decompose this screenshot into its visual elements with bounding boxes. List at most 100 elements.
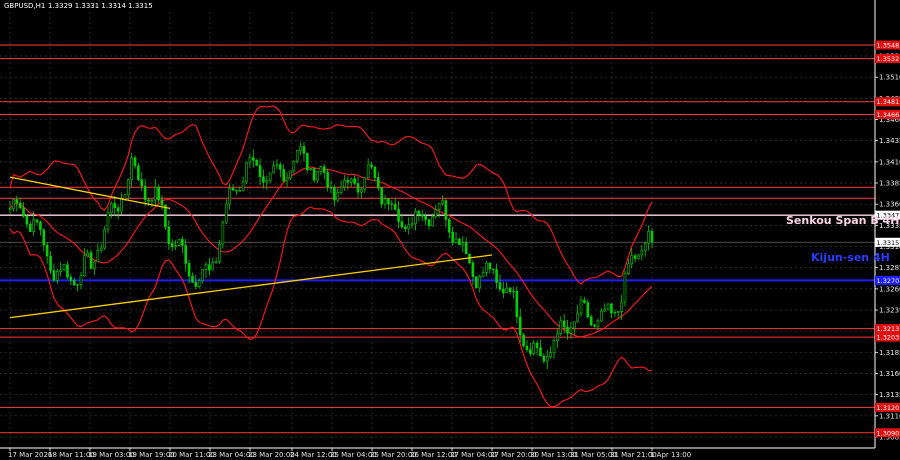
price-tag-label: 1.3548 [877,42,900,50]
candle-body [150,199,154,202]
candle-body [285,177,289,182]
candle-body [306,153,309,171]
candle-body [529,349,532,354]
candle-body [532,342,536,354]
candle-body [322,166,326,173]
candle-body [562,320,566,328]
candle-body [187,263,191,277]
candle-body [12,199,15,209]
candle-body [153,186,157,201]
candle-body [349,178,353,183]
candle-body [282,169,285,182]
candle-body [248,157,252,163]
candle-body [488,262,492,270]
price-tag-label: 1.3466 [877,111,900,119]
candle-body [407,224,411,230]
price-tag-label: 1.3213 [877,325,900,333]
candle-body [485,262,488,273]
y-tick-label: 1.3385 [879,180,900,188]
candle-body [461,242,465,246]
candle-body [427,219,431,227]
candle-body [444,200,448,220]
candle-body [498,282,502,290]
candle-body [434,209,438,218]
candle-body [319,166,323,173]
candle-body [245,161,248,183]
candle-body [346,180,350,183]
candle-body [69,276,73,281]
candle-body [28,223,32,232]
candle-body [495,269,498,283]
candle-body [265,180,269,183]
candle-body [231,187,235,191]
candle-body [360,188,363,193]
candle-body [241,181,245,191]
candle-body [377,177,380,189]
candle-body [603,308,606,312]
candle-body [451,231,454,243]
price-tag: 1.3481 [875,97,900,107]
candle-body [420,214,424,217]
candle-body [133,157,137,167]
candle-body [211,262,215,271]
price-tag: 1.3213 [875,324,900,334]
candle-body [410,223,414,226]
candle-body [137,165,140,181]
candle-body [22,207,25,217]
candle-body [8,208,12,210]
price-tag: 1.3120 [875,402,900,412]
price-chart: 1.30851.31101.31351.31601.31851.32101.32… [0,0,900,460]
x-tick-label: 23 Mar 20:00 [248,451,295,459]
y-tick-label: 1.3435 [879,137,900,145]
candle-body [478,276,481,289]
candle-body [566,326,569,334]
candle-body [589,316,593,326]
candle-body [441,200,444,204]
candle-body [312,168,316,181]
candle-body [96,250,100,263]
candle-body [606,303,610,310]
candle-body [66,264,69,278]
candle-body [164,204,167,228]
y-tick-label: 1.3135 [879,391,900,399]
candle-body [235,189,238,192]
candle-body [99,247,103,251]
price-tag-label: 1.3270 [877,277,900,285]
y-tick-label: 1.3160 [879,370,900,378]
candle-body [569,327,573,334]
candle-body [35,219,39,223]
candle-body [424,215,427,220]
y-tick-label: 1.3285 [879,264,900,272]
candle-body [596,320,600,327]
candle-body [620,301,623,312]
candle-body [228,187,231,205]
candle-body [549,352,552,358]
x-tick-label: 1 Apr 13:00 [650,451,691,459]
candle-body [491,268,495,271]
candle-body [218,243,221,262]
candle-body [140,179,144,187]
price-tag-label: 1.3532 [877,55,900,63]
candle-body [380,187,383,205]
candle-body [326,172,329,188]
candle-body [343,180,346,188]
candle-body [447,219,451,233]
candle-body [586,302,590,317]
candle-body [42,229,46,246]
y-tick-label: 1.3410 [879,158,900,166]
candle-body [167,226,171,244]
candle-body [333,187,336,201]
candle-body [177,239,181,246]
candle-body [329,186,333,189]
candle-body [194,282,198,287]
candle-body [292,161,296,172]
candle-body [518,316,522,336]
candle-body [366,164,370,179]
candle-body [204,264,208,270]
candle-body [238,190,242,192]
candle-body [559,320,563,334]
candle-body [79,275,83,285]
candle-body [647,231,650,244]
candle-body [579,299,583,314]
candle-body [32,219,35,232]
